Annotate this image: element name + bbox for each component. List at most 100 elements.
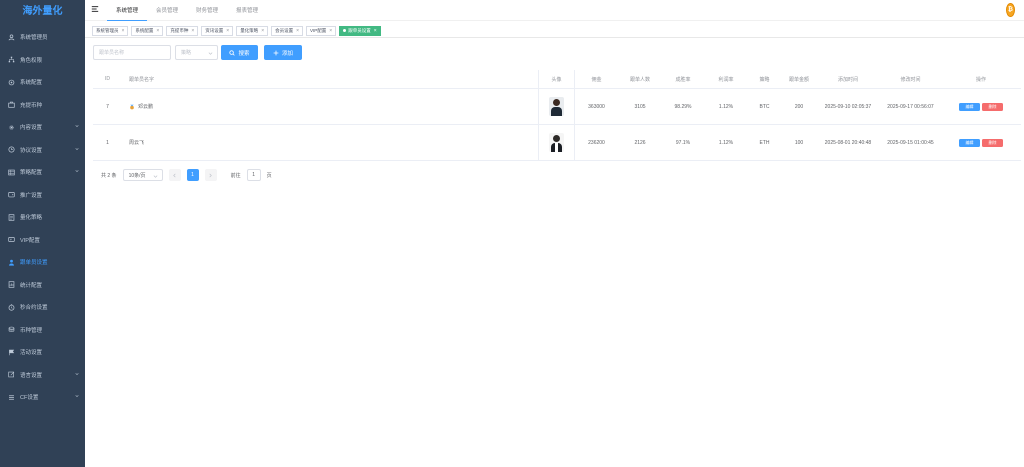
sidebar-item-activity[interactable]: 活动设置 [0, 341, 85, 364]
sidebar-item-label: 推广设置 [20, 192, 43, 199]
tab-reports[interactable]: 报表管理 [227, 0, 267, 21]
chart-icon [7, 281, 15, 289]
cell-profit: 1.12% [718, 103, 734, 110]
tab-members[interactable]: 会员管理 [147, 0, 187, 21]
page-size-value: 10条/页 [128, 172, 146, 179]
tag-item[interactable]: 资讯设置 × [201, 25, 234, 36]
hamburger-icon[interactable] [91, 5, 99, 13]
sidebar-item-roles[interactable]: 角色权限 [0, 49, 85, 72]
sidebar-item-language[interactable]: 语言设置 [0, 364, 85, 387]
search-icon [229, 49, 236, 56]
top-nav: 系统管理 会员管理 财务管理 报表管理 [107, 0, 267, 21]
sidebar-item-coins[interactable]: 充提币种 [0, 94, 85, 117]
tag-item[interactable]: 量化策略 × [236, 25, 269, 36]
search-button[interactable]: 搜索 [221, 45, 258, 60]
close-icon[interactable]: × [191, 28, 194, 34]
page-number[interactable]: 1 [186, 169, 199, 181]
strategy-select-placeholder: 策略 [181, 50, 192, 56]
sidebar-item-admins[interactable]: 系统管理员 [0, 26, 85, 49]
cell-name: 周云飞 [123, 125, 538, 160]
col-followers: 跟单人数 [629, 76, 650, 83]
sidebar-item-label: 充提币种 [20, 102, 43, 109]
sidebar-menu: 系统管理员 角色权限 系统配置 充提币种 内容设置 协议设置 策略配置 推广设置… [0, 26, 85, 409]
name-search-input[interactable]: 跟单员名称 [93, 45, 171, 60]
sidebar-item-system-config[interactable]: 系统配置 [0, 71, 85, 94]
briefcase-icon [7, 101, 15, 109]
tab-finance[interactable]: 财务管理 [187, 0, 227, 21]
page-suffix: 页 [266, 172, 272, 179]
sidebar-item-cf[interactable]: CF设置 [0, 386, 85, 409]
col-amount: 跟单金额 [788, 76, 809, 83]
close-icon[interactable]: × [329, 28, 332, 34]
active-dot-icon [343, 29, 347, 32]
delete-button[interactable]: 删除 [982, 138, 1003, 147]
cell-name-text: 周云飞 [129, 140, 145, 146]
app-logo[interactable]: 海外量化 [0, 0, 85, 24]
add-button-label: 添加 [281, 50, 293, 57]
user-avatar[interactable]: ₿ [1006, 3, 1015, 17]
edit-button[interactable]: 编辑 [959, 138, 980, 147]
table-row: 7 邓云鹏 363000 3105 98.29% 1.12% BTC 200 2… [93, 89, 1021, 125]
next-page-button[interactable] [204, 169, 217, 181]
tag-item[interactable]: 系统管理员 × [92, 25, 129, 36]
tab-system[interactable]: 系统管理 [107, 0, 148, 21]
flag-icon [7, 348, 15, 356]
strategy-select[interactable]: 策略 [175, 45, 218, 60]
sidebar-item-label: VIP配置 [20, 237, 40, 244]
close-icon[interactable]: × [296, 28, 299, 34]
edit-button[interactable]: 编辑 [959, 102, 980, 111]
close-icon[interactable]: × [374, 28, 377, 34]
sidebar-item-promotion[interactable]: 推广设置 [0, 184, 85, 207]
close-icon[interactable]: × [122, 28, 125, 34]
cell-added: 2025-08-01 20:40:48 [824, 139, 872, 146]
tag-item-active[interactable]: 跟单员设置 × [339, 25, 381, 36]
sitemap-icon [7, 56, 15, 64]
sidebar-item-coin-management[interactable]: 币种管理 [0, 319, 85, 342]
sidebar-item-label: 币种管理 [20, 327, 43, 334]
tag-item[interactable]: 系统配置 × [131, 25, 164, 36]
sidebar-item-protocol[interactable]: 协议设置 [0, 139, 85, 162]
sidebar-item-quant-strategy[interactable]: 量化策略 [0, 206, 85, 229]
page-size-select[interactable]: 10条/页 [122, 169, 163, 181]
sidebar-item-strategy-config[interactable]: 策略配置 [0, 161, 85, 184]
col-id: ID [105, 76, 110, 82]
cell-avatar [538, 89, 575, 124]
sidebar-item-seconds-contract[interactable]: 秒合约设置 [0, 296, 85, 319]
chevron-right-icon [209, 173, 212, 177]
table-icon [7, 168, 15, 176]
cell-capital: 363000 [588, 103, 605, 110]
tag-item[interactable]: 会员设置 × [271, 25, 304, 36]
sidebar-item-vip[interactable]: VIP配置 [0, 229, 85, 252]
add-button[interactable]: 添加 [264, 45, 302, 60]
table-header: ID 跟单员名字 头像 佣金 跟单人数 成胜率 利润率 策略 跟单金额 添加时间… [93, 70, 1021, 89]
tag-item[interactable]: VIP配置 × [306, 25, 337, 36]
delete-button[interactable]: 删除 [982, 102, 1003, 111]
goto-page-input[interactable]: 1 [246, 169, 261, 181]
avatar-image[interactable] [549, 97, 564, 116]
tag-item[interactable]: 充提币种 × [166, 25, 199, 36]
close-icon[interactable]: × [226, 28, 229, 34]
edit-icon [7, 371, 15, 379]
tag-label: 量化策略 [240, 27, 259, 33]
sidebar-item-label: 语言设置 [20, 372, 43, 379]
close-icon[interactable]: × [156, 28, 159, 34]
col-coin: 策略 [759, 76, 770, 83]
clock-icon [7, 146, 15, 154]
search-bar: 跟单员名称 策略 搜索 添加 [93, 45, 302, 60]
sidebar-item-content[interactable]: 内容设置 [0, 116, 85, 139]
avatar-image[interactable] [549, 133, 564, 152]
sidebar-item-label: CF设置 [20, 395, 39, 402]
cell-id: 1 [106, 139, 109, 146]
sidebar-item-label: 内容设置 [20, 125, 43, 132]
sidebar-item-stats[interactable]: 统计配置 [0, 274, 85, 297]
close-icon[interactable]: × [261, 28, 264, 34]
chevron-down-icon [153, 175, 157, 178]
cell-modified: 2025-09-17 00:56:07 [887, 103, 934, 110]
prev-page-button[interactable] [168, 169, 181, 181]
sidebar-item-label: 协议设置 [20, 147, 43, 154]
sidebar-item-label: 系统管理员 [20, 35, 48, 42]
sidebar-item-follower-settings[interactable]: 跟单员设置 [0, 251, 85, 274]
sidebar-item-label: 跟单员设置 [20, 260, 48, 267]
cell-name: 邓云鹏 [123, 89, 538, 124]
menu-icon [7, 393, 15, 401]
